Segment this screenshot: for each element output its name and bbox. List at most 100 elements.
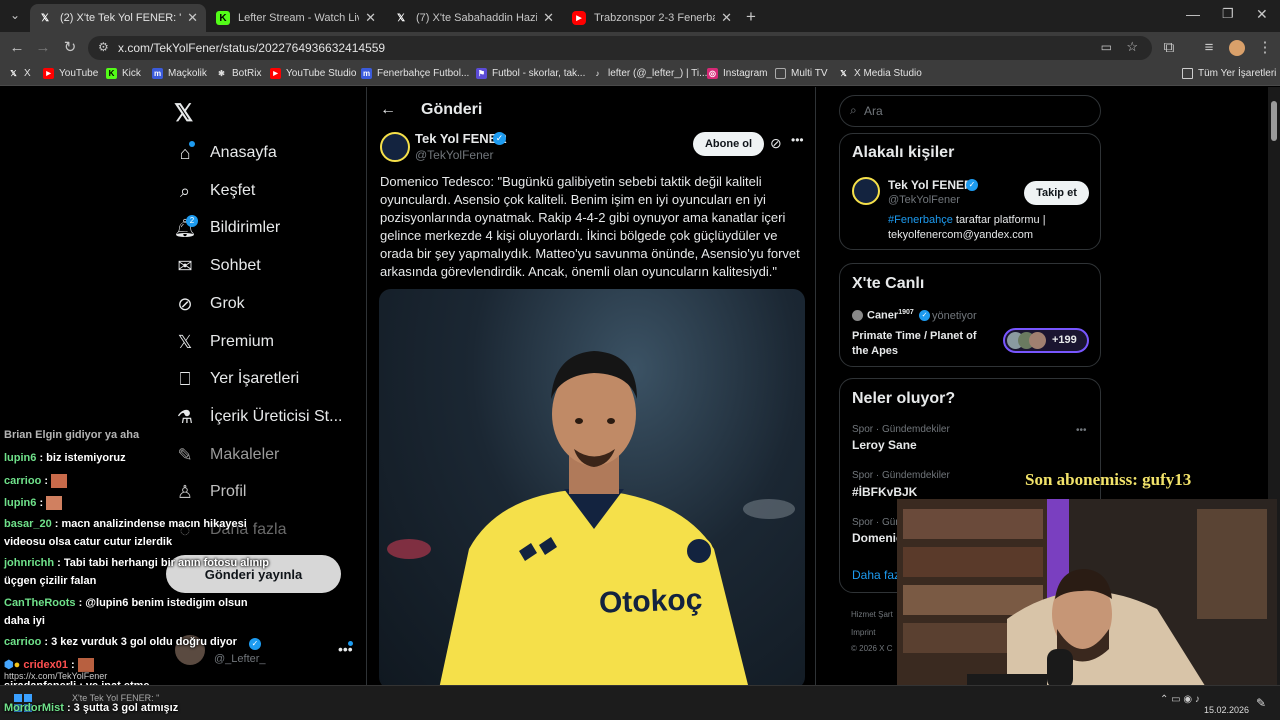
tab-2[interactable]: K Lefter Stream - Watch Live on K ✕ [208, 4, 384, 32]
verified-badge-icon: ✓ [493, 132, 506, 145]
related-name[interactable]: Tek Yol FENER [888, 178, 973, 192]
folder-icon [1182, 68, 1193, 79]
close-icon[interactable]: ✕ [543, 10, 554, 26]
author-avatar[interactable] [380, 132, 410, 162]
post-image[interactable]: Otokoç [379, 289, 805, 685]
bookmark-fenerbahce[interactable]: m Fenerbahçe Futbol... [361, 68, 469, 79]
sidebar-item-bookmarks[interactable]: ⎕ Yer İşaretleri [174, 364, 300, 394]
tab-title: Lefter Stream - Watch Live on K [238, 12, 359, 24]
site-info-icon[interactable]: ⚙ [98, 40, 109, 54]
chat-user: cridex01 [23, 659, 68, 671]
media-icon[interactable]: ≡ [1200, 39, 1218, 57]
sidebar-item-chat[interactable]: ✉ Sohbet [174, 251, 261, 281]
footer-imprint[interactable]: Imprint [851, 628, 875, 637]
restore-icon[interactable]: ❐ [1222, 6, 1234, 22]
related-handle[interactable]: @TekYolFener [888, 194, 960, 206]
new-tab-icon[interactable]: + [746, 7, 756, 27]
listener-count: +199 [1052, 334, 1077, 346]
forward-icon[interactable]: → [34, 39, 52, 57]
tab-3[interactable]: 𝕏 (7) X'te Sabahaddin Hazinoğlu ✕ [386, 4, 562, 32]
more-options-icon[interactable]: ••• [791, 133, 804, 147]
tab-title: (7) X'te Sabahaddin Hazinoğlu [416, 12, 538, 24]
trend-name[interactable]: #İBFKvBJK [852, 485, 917, 499]
back-icon[interactable]: ← [8, 39, 26, 57]
all-bookmarks[interactable]: Tüm Yer İşaretleri [1182, 68, 1276, 79]
person-icon: ♙ [176, 481, 194, 502]
extensions-icon[interactable]: ⧉ [1160, 39, 1178, 57]
hashtag-link[interactable]: #Fenerbahçe [888, 214, 953, 226]
related-avatar[interactable] [852, 177, 880, 205]
host-name[interactable]: Caner1907 [867, 309, 914, 322]
live-title: X'te Canlı [852, 275, 925, 292]
minimize-icon[interactable]: — [1186, 6, 1200, 22]
follow-button[interactable]: Takip et [1024, 181, 1089, 205]
bookmark-x-media-studio[interactable]: 𝕏 X Media Studio [838, 68, 922, 79]
bookmark-youtube[interactable]: ▶ YouTube [43, 68, 98, 79]
sidebar-item-premium[interactable]: 𝕏 Premium [174, 327, 274, 357]
show-more-link[interactable]: Daha faz [852, 568, 900, 582]
window-close-icon[interactable]: ✕ [1256, 6, 1268, 23]
sidebar-item-label: Profil [210, 483, 247, 500]
space-title[interactable]: Primate Time / Planet of the Apes [852, 329, 992, 359]
listeners-pill[interactable]: +199 [1003, 328, 1089, 353]
chat-text: : 3 şutta 3 gol atmışız [66, 702, 179, 714]
kick-icon: K [216, 11, 230, 25]
bookmark-instagram[interactable]: ◎ Instagram [707, 68, 767, 79]
bookmark-x[interactable]: 𝕏X [8, 68, 30, 79]
unread-dot [348, 641, 353, 646]
sidebar-item-explore[interactable]: ⌕ Keşfet [174, 176, 255, 206]
sidebar-item-grok[interactable]: ⊘ Grok [174, 289, 244, 319]
back-arrow-icon[interactable]: ← [380, 101, 396, 119]
close-icon[interactable]: ✕ [187, 10, 198, 26]
bookmark-label: Instagram [723, 68, 768, 79]
bookmark-label: YouTube [59, 68, 99, 79]
youtube-icon: ▶ [270, 68, 281, 79]
tray-icons[interactable]: ⌃ ▭ ◉ ♪ [1160, 694, 1200, 705]
badge-icon: ⬢ [4, 659, 14, 671]
search-input[interactable]: ⌕ Ara [839, 95, 1101, 127]
scrollbar-thumb[interactable] [1271, 101, 1277, 141]
trend-category: Spor · Gündemdekiler [852, 424, 950, 435]
bookmark-botrix[interactable]: ✱ BotRix [216, 68, 261, 79]
trend-more-icon[interactable]: ••• [1076, 425, 1087, 436]
chat-message: lupin6 : [4, 496, 63, 510]
post-column: ← Gönderi Tek Yol FENER ✓ @TekYolFener A… [366, 87, 816, 685]
close-icon[interactable]: ✕ [721, 10, 732, 26]
tab-search-icon[interactable]: ⌄ [10, 8, 20, 22]
fb-icon: m [361, 68, 372, 79]
trend-name[interactable]: Leroy Sane [852, 438, 917, 452]
reload-icon[interactable]: ↻ [61, 39, 79, 57]
star-icon[interactable]: ☆ [1126, 39, 1138, 55]
tab-4[interactable]: ▶ Trabzonspor 2-3 Fenerbahçe Ta ✕ [564, 4, 740, 32]
sidebar-item-label: Sohbet [210, 257, 261, 274]
trend-category: Spor · Gün [852, 517, 901, 528]
chat-user: lupin6 [4, 452, 37, 464]
address-bar[interactable]: ⚙ x.com/TekYolFener/status/2022764936632… [88, 36, 1152, 60]
taskbar-date: 15.02.2026 [1204, 705, 1250, 715]
bookmark-youtube-studio[interactable]: ▶ YouTube Studio [270, 68, 356, 79]
bookmark-mackolik[interactable]: m Maçkolik [152, 68, 207, 79]
sidebar-item-creator-studio[interactable]: ⚗ İçerik Üreticisi St... [174, 402, 343, 432]
grok-icon[interactable]: ⊘ [770, 135, 782, 152]
sidebar-item-profile[interactable]: ♙ Profil [174, 477, 247, 507]
mackolik-icon: m [152, 68, 163, 79]
author-handle[interactable]: @TekYolFener [415, 148, 493, 162]
x-icon: 𝕏 [840, 69, 847, 78]
sidebar-item-articles[interactable]: ✎ Makaleler [174, 440, 279, 470]
close-icon[interactable]: ✕ [365, 10, 376, 26]
x-logo-icon[interactable]: 𝕏 [174, 99, 193, 128]
bookmark-tiktok[interactable]: ♪ lefter (@_lefter_) | Ti... [592, 68, 708, 79]
bookmark-multitv[interactable]: Multi TV [775, 68, 828, 79]
profile-avatar[interactable] [1229, 40, 1245, 56]
menu-icon[interactable]: ⋮ [1256, 39, 1274, 57]
bookmark-futbol[interactable]: ⚑ Futbol - skorlar, tak... [476, 68, 585, 79]
tab-1[interactable]: 𝕏 (2) X'te Tek Yol FENER: "Domen ✕ [30, 4, 206, 32]
notification-badge: 2 [186, 215, 198, 227]
footer-terms[interactable]: Hizmet Şart [851, 610, 893, 619]
bookmark-kick[interactable]: K Kick [106, 68, 141, 79]
cast-icon[interactable]: ▭ [1101, 40, 1112, 54]
subscribe-button[interactable]: Abone ol [693, 132, 764, 156]
trend-name[interactable]: Domenic [852, 531, 903, 545]
related-bio: #Fenerbahçe taraftar platformu | tekyolf… [888, 213, 1088, 243]
notification-icon[interactable]: ✎ [1256, 696, 1266, 710]
